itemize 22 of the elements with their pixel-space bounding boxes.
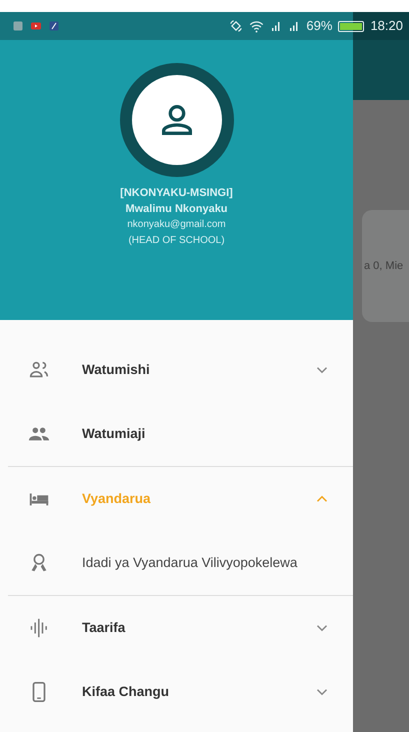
wifi-icon (249, 18, 264, 34)
signal-icon (270, 20, 282, 32)
menu-item[interactable]: Taarifa (0, 596, 353, 660)
battery-icon (338, 20, 364, 32)
app-icon (48, 20, 60, 32)
menu-item[interactable]: Watumiaji (0, 402, 353, 466)
clock: 18:20 (370, 17, 403, 36)
video-app-icon (30, 20, 42, 32)
menu-item[interactable]: Idadi ya Vyandarua Vilivyopokelewa (0, 531, 353, 595)
battery-percentage: 69% (306, 17, 332, 36)
user-role: (HEAD OF SCHOOL) (128, 234, 225, 248)
user-email: nkonyaku@gmail.com (127, 218, 226, 232)
rotate-icon (229, 19, 244, 33)
user-name: Mwalimu Nkonyaku (125, 202, 228, 217)
signal-icon (288, 20, 300, 32)
notification-icon (12, 20, 24, 32)
card-text: a 0, Mie (364, 258, 404, 274)
menu-item[interactable]: Kifaa Changu (0, 660, 353, 724)
school-name: [NKONYAKU-MSINGI] (120, 186, 233, 201)
menu-item[interactable]: Watumishi (0, 338, 353, 402)
sound-bars-icon (28, 617, 50, 639)
app-bar (353, 40, 409, 100)
